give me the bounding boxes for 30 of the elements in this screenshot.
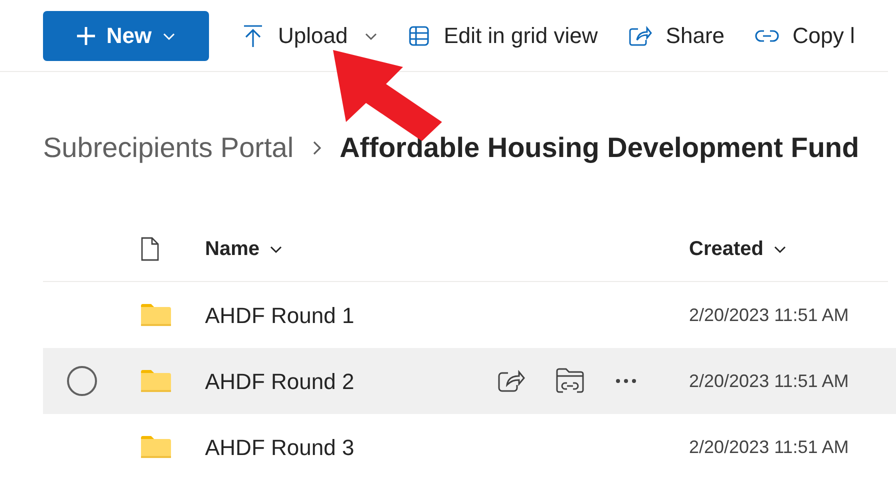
folder-name[interactable]: AHDF Round 1 (205, 302, 354, 328)
share-icon (628, 24, 652, 46)
folder-link-icon[interactable] (555, 367, 585, 395)
created-date: 2/20/2023 11:51 AM (689, 370, 849, 390)
column-header[interactable]: Name (205, 234, 689, 264)
folder-icon (140, 303, 172, 327)
current-folder-title: Affordable Housing Development Fund (340, 131, 860, 165)
created-date: 2/20/2023 11:51 AM (689, 304, 849, 324)
upload-button[interactable]: Upload (242, 10, 378, 60)
list-row-highlight[interactable]: AHDF Round 2 2/20/2023 11:51 AM (43, 348, 896, 414)
folder-name[interactable]: AHDF Round 2 (205, 368, 354, 394)
breadcrumb-link[interactable]: Subrecipients Portal (43, 127, 294, 169)
more-icon[interactable] (615, 378, 637, 384)
share-icon[interactable] (497, 368, 525, 394)
chevron-right-icon (312, 140, 322, 156)
share-button[interactable]: Share (628, 10, 725, 60)
file-icon (140, 236, 160, 260)
upload-icon (242, 24, 264, 48)
link-icon (754, 28, 779, 44)
link-button[interactable]: Copy l (754, 10, 855, 60)
select-radio[interactable] (67, 366, 97, 396)
created-date: 2/20/2023 11:51 AM (689, 436, 849, 456)
folder-icon (140, 369, 172, 393)
folder-icon (140, 435, 172, 459)
plus-icon (76, 26, 96, 46)
grid-icon (408, 24, 430, 46)
grid-button[interactable]: Edit in grid view (408, 10, 598, 60)
column-header[interactable]: Created (689, 234, 788, 264)
folder-name[interactable]: AHDF Round 3 (205, 434, 354, 460)
new-button[interactable]: New (43, 10, 209, 60)
